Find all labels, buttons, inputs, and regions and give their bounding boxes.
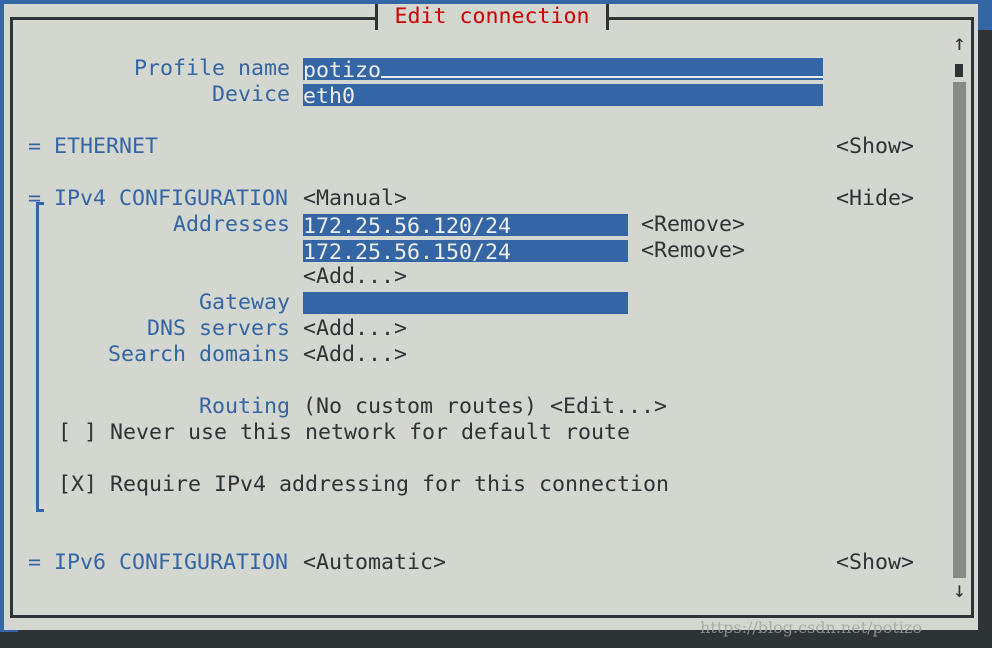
- edit-routes-button[interactable]: <Edit...>: [550, 394, 667, 420]
- routing-value: (No custom routes): [303, 394, 538, 419]
- ipv6-show-button[interactable]: <Show>: [836, 550, 914, 576]
- ethernet-section[interactable]: = ETHERNET: [28, 134, 158, 160]
- scrollbar-thumb[interactable]: [955, 64, 963, 77]
- addresses-label: Addresses: [172, 212, 290, 237]
- gateway-label: Gateway: [198, 290, 290, 315]
- address-input-1[interactable]: 172.25.56.120/24: [303, 214, 628, 236]
- routing-label: Routing: [198, 394, 290, 419]
- profile-name-label: Profile name: [133, 56, 290, 81]
- ipv6-section[interactable]: = IPv6 CONFIGURATION: [28, 550, 288, 576]
- dns-servers-label: DNS servers: [146, 316, 290, 341]
- profile-name-input[interactable]: potizo: [303, 58, 823, 80]
- never-default-route-checkbox[interactable]: [ ] Never use this network for default r…: [58, 420, 630, 446]
- add-dns-button[interactable]: <Add...>: [303, 316, 407, 342]
- gateway-input[interactable]: [303, 292, 628, 314]
- device-label: Device: [211, 82, 290, 107]
- ipv4-section-bracket: [36, 202, 44, 512]
- add-search-domain-button[interactable]: <Add...>: [303, 342, 407, 368]
- remove-address-1-button[interactable]: <Remove>: [641, 212, 745, 238]
- scrollbar-track[interactable]: [953, 82, 966, 578]
- address-input-2[interactable]: 172.25.56.150/24: [303, 240, 628, 262]
- watermark: https://blog.csdn.net/potizo: [700, 618, 922, 637]
- ipv6-mode-dropdown[interactable]: <Automatic>: [303, 550, 446, 576]
- device-input[interactable]: eth0: [303, 84, 823, 106]
- ipv4-mode-dropdown[interactable]: <Manual>: [303, 186, 407, 212]
- require-ipv4-checkbox[interactable]: [X] Require IPv4 addressing for this con…: [58, 472, 669, 498]
- remove-address-2-button[interactable]: <Remove>: [641, 238, 745, 264]
- add-address-button[interactable]: <Add...>: [303, 264, 407, 290]
- dialog-title: Edit connection: [375, 4, 609, 30]
- search-domains-label: Search domains: [107, 342, 290, 367]
- ipv4-hide-button[interactable]: <Hide>: [836, 186, 914, 212]
- scroll-down-arrow-icon[interactable]: ↓: [953, 578, 966, 604]
- scroll-up-arrow-icon[interactable]: ↑: [953, 31, 966, 57]
- ipv4-section[interactable]: = IPv4 CONFIGURATION: [28, 186, 288, 212]
- ethernet-show-button[interactable]: <Show>: [836, 134, 914, 160]
